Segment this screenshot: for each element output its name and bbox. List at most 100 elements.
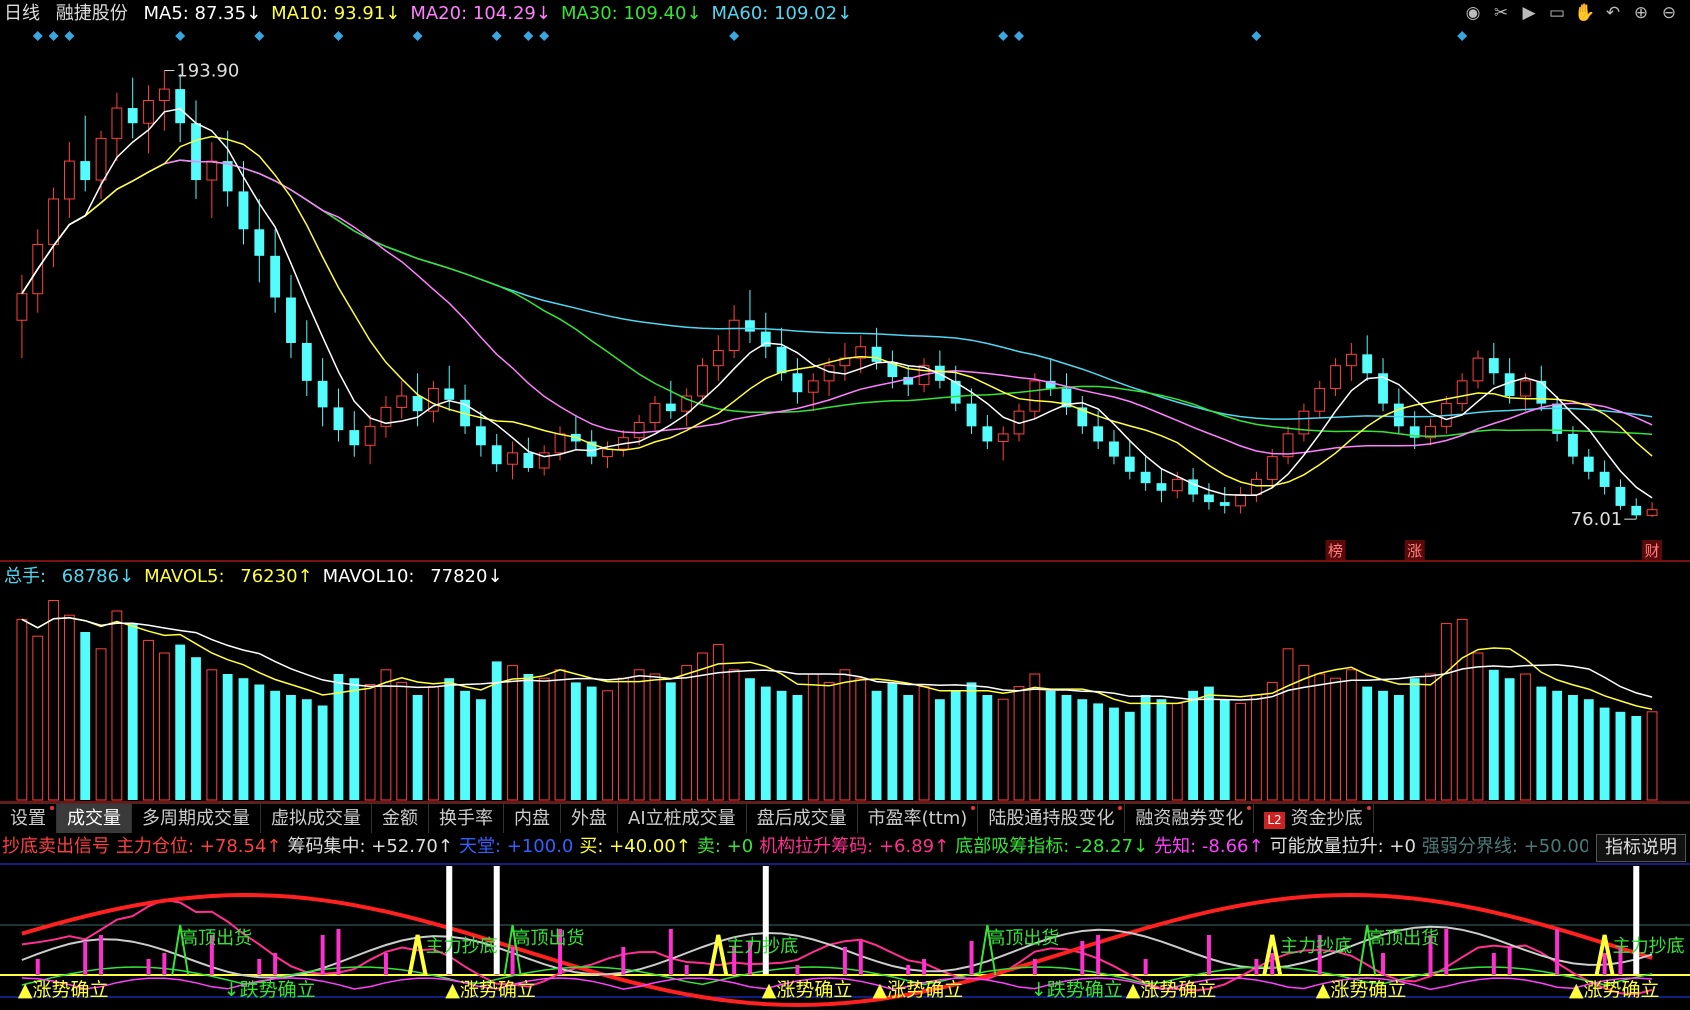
indicator-item-1: 主力仓位: +78.54↑: [116, 836, 282, 857]
volume-bar: [950, 690, 961, 800]
signal-bar: [762, 866, 769, 974]
volume-bar: [111, 610, 123, 801]
volume-bar: [807, 673, 819, 801]
indicator-item-2: 筹码集中: +52.70↑: [287, 836, 453, 857]
candle-body: [712, 350, 724, 367]
tab-5[interactable]: 换手率: [429, 804, 504, 833]
candle-body: [966, 403, 977, 427]
indicator-spike: [510, 947, 515, 975]
tab-13[interactable]: L2 资金抄底: [1254, 804, 1374, 833]
tab-8[interactable]: AI立桩成交量: [618, 804, 747, 833]
candle-body: [1504, 373, 1515, 397]
indicator-item-8: 先知: -8.66↑: [1154, 836, 1264, 857]
indicator-item-0: 抄底卖出信号: [2, 836, 110, 857]
candle-body: [602, 448, 613, 458]
candle-body: [1235, 494, 1246, 507]
tab-7[interactable]: 外盘: [561, 804, 618, 833]
indicator-item-7: 底部吸筹指标: -28.27↓: [955, 836, 1149, 857]
candle-body: [649, 403, 661, 424]
volume-bar: [1393, 695, 1404, 800]
signal-bottom: 主力抄底: [1280, 936, 1352, 957]
signal-bar: [446, 866, 453, 974]
volume-bar: [286, 695, 296, 800]
volume-bar: [1646, 711, 1658, 801]
signal-diamond: [64, 31, 75, 41]
tab-3[interactable]: 虚拟成交量: [261, 804, 372, 833]
candle-body: [807, 380, 819, 393]
indicator-item-3: 天堂: +100.0: [458, 836, 574, 857]
vol-value-mavol10: 77820↓: [430, 566, 503, 587]
volume-bar: [1456, 618, 1468, 801]
candle-body: [48, 198, 59, 245]
indicator-spike: [99, 935, 104, 975]
candle-body: [997, 433, 1009, 442]
volume-bar: [728, 669, 740, 801]
tab-label: 虚拟成交量: [271, 808, 361, 829]
volume-bar: [270, 690, 281, 800]
tab-label: 外盘: [571, 808, 607, 829]
indicator-spike: [906, 965, 911, 975]
volume-bar: [1536, 686, 1547, 800]
volume-bar: [127, 623, 138, 800]
indicator-help-button[interactable]: 指标说明: [1596, 834, 1686, 862]
signal-bottom: 主力抄底: [426, 936, 498, 957]
signal-top: 高顶出货: [180, 928, 252, 949]
candle-body: [80, 161, 91, 181]
candle-body: [1536, 380, 1547, 404]
volume-bar: [80, 632, 91, 800]
candle-body: [1029, 380, 1041, 412]
volume-bar: [1520, 673, 1531, 801]
tab-label: 陆股通持股变化: [988, 808, 1115, 829]
volume-bar: [301, 699, 312, 800]
volume-bar: [1425, 673, 1436, 801]
candle-body: [412, 396, 423, 412]
tab-label: 市盈率(ttm): [867, 808, 968, 829]
l2-badge: L2: [1264, 812, 1285, 829]
vol-value-总手: 68786↓: [61, 566, 135, 587]
candle-body: [301, 342, 312, 381]
tab-10[interactable]: 市盈率(ttm): [858, 804, 979, 833]
indicator-item-5: 卖: +0: [696, 836, 754, 857]
indicator-spike: [1080, 941, 1085, 975]
tab-6[interactable]: 内盘: [504, 804, 561, 833]
volume-bar: [32, 635, 44, 801]
vol-label-mavol5: MAVOL5:: [144, 566, 231, 587]
tab-label: AI立桩成交量: [628, 808, 736, 829]
candle-body: [175, 89, 186, 124]
tab-11[interactable]: 陆股通持股变化: [978, 804, 1126, 833]
tab-9[interactable]: 盘后成交量: [747, 804, 858, 833]
indicator-spike: [1381, 953, 1386, 975]
indicator-spike: [1254, 959, 1259, 975]
volume-bar: [538, 677, 550, 801]
tab-0[interactable]: 设置: [0, 804, 57, 833]
tab-label: 融资融券变化: [1135, 808, 1244, 829]
indicator-item-4: 买: +40.00↑: [579, 836, 691, 857]
tab-label: 多周期成交量: [142, 808, 250, 829]
tab-label: 盘后成交量: [756, 808, 847, 829]
signal-diamond: [539, 31, 550, 41]
indicator-spike: [621, 947, 626, 975]
signal-diamond: [175, 31, 186, 41]
signal-up: ▲涨势确立: [1569, 979, 1660, 1001]
indicator-spike: [668, 929, 673, 975]
signal-diamond: [412, 31, 423, 41]
line-ma5: [21, 107, 1653, 499]
candle-body: [1568, 433, 1578, 457]
candle-body: [1330, 365, 1341, 389]
indicator-spike: [969, 941, 974, 975]
indicator-panel: 高顶出货 高顶出货 高顶出货 高顶出货主力抄底 主力抄底 主力抄底 主力抄底▲涨势确立 ▲涨势…: [0, 863, 1690, 1008]
candle-body: [444, 388, 455, 400]
signal-diamond: [729, 31, 740, 41]
candle-body: [364, 425, 376, 446]
volume-bar: [1156, 699, 1167, 800]
tab-4[interactable]: 金额: [372, 804, 429, 833]
volume-bar: [1029, 673, 1041, 801]
tab-1[interactable]: 成交量: [57, 804, 132, 833]
candle-body: [523, 452, 534, 469]
tab-12[interactable]: 融资融券变化: [1125, 804, 1255, 833]
tab-2[interactable]: 多周期成交量: [132, 804, 261, 833]
candle-body: [1314, 387, 1326, 412]
signal-bar: [1633, 866, 1640, 974]
vol-value-mavol5: 76230↑: [240, 566, 313, 587]
candle-body: [158, 88, 170, 101]
